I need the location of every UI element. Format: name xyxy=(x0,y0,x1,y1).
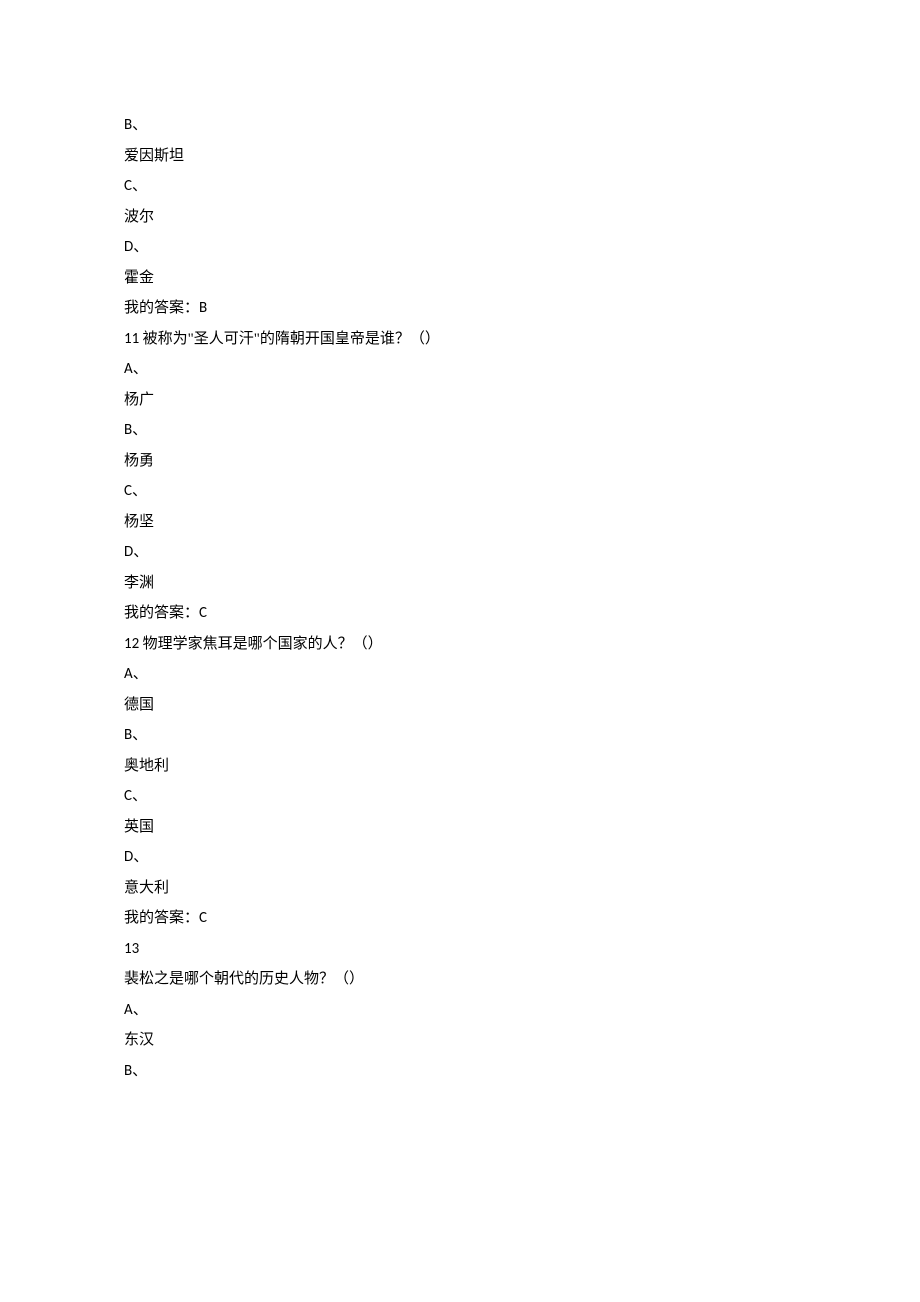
option-text: 杨坚 xyxy=(124,514,154,530)
option-text: 东汉 xyxy=(124,1032,154,1048)
text-line: 杨勇 xyxy=(124,446,920,477)
text-line: D、 xyxy=(124,537,920,568)
option-letter: B xyxy=(124,116,132,134)
option-letter: D xyxy=(124,238,133,256)
option-letter: C xyxy=(124,482,132,500)
question-text: 物理学家焦耳是哪个国家的人？（） xyxy=(143,636,383,652)
text-line: B、 xyxy=(124,415,920,446)
text-line: 奥地利 xyxy=(124,751,920,782)
answer-value: C xyxy=(199,909,207,927)
text-line: 杨坚 xyxy=(124,507,920,538)
answer-prefix: 我的答案： xyxy=(124,300,199,316)
question-number: 12 xyxy=(124,635,143,653)
text-line: 杨广 xyxy=(124,385,920,416)
option-text: 霍金 xyxy=(124,270,154,286)
question-text: 裴松之是哪个朝代的历史人物？（） xyxy=(124,971,364,987)
option-punct: 、 xyxy=(132,422,147,438)
option-punct: 、 xyxy=(133,544,148,560)
answer-prefix: 我的答案： xyxy=(124,605,199,621)
text-line: 11 被称为"圣人可汗"的隋朝开国皇帝是谁？（） xyxy=(124,324,920,355)
option-letter: D xyxy=(124,543,133,561)
document-content: B、爱因斯坦C、波尔D、霍金我的答案：B11 被称为"圣人可汗"的隋朝开国皇帝是… xyxy=(124,110,920,1086)
text-line: 霍金 xyxy=(124,263,920,294)
question-text: 被称为"圣人可汗"的隋朝开国皇帝是谁？（） xyxy=(143,331,440,347)
answer-value: C xyxy=(199,604,207,622)
text-line: 12 物理学家焦耳是哪个国家的人？（） xyxy=(124,629,920,660)
option-punct: 、 xyxy=(132,1063,147,1079)
text-line: 我的答案：C xyxy=(124,598,920,629)
text-line: B、 xyxy=(124,720,920,751)
option-text: 奥地利 xyxy=(124,758,169,774)
text-line: C、 xyxy=(124,476,920,507)
option-letter: B xyxy=(124,1062,132,1080)
option-letter: C xyxy=(124,177,132,195)
option-text: 意大利 xyxy=(124,880,169,896)
text-line: 东汉 xyxy=(124,1025,920,1056)
option-punct: 、 xyxy=(133,1002,148,1018)
option-text: 德国 xyxy=(124,697,154,713)
text-line: A、 xyxy=(124,354,920,385)
option-letter: D xyxy=(124,848,133,866)
answer-prefix: 我的答案： xyxy=(124,910,199,926)
question-number: 11 xyxy=(124,330,143,348)
option-letter: B xyxy=(124,421,132,439)
option-letter: A xyxy=(124,360,133,378)
option-punct: 、 xyxy=(133,361,148,377)
text-line: 德国 xyxy=(124,690,920,721)
option-text: 爱因斯坦 xyxy=(124,148,184,164)
text-line: 13 xyxy=(124,934,920,965)
text-line: C、 xyxy=(124,171,920,202)
option-text: 波尔 xyxy=(124,209,154,225)
text-line: D、 xyxy=(124,842,920,873)
option-punct: 、 xyxy=(132,788,147,804)
text-line: 裴松之是哪个朝代的历史人物？（） xyxy=(124,964,920,995)
text-line: D、 xyxy=(124,232,920,263)
text-line: 我的答案：C xyxy=(124,903,920,934)
text-line: 波尔 xyxy=(124,202,920,233)
text-line: 意大利 xyxy=(124,873,920,904)
option-text: 李渊 xyxy=(124,575,154,591)
text-line: 英国 xyxy=(124,812,920,843)
option-letter: A xyxy=(124,1001,133,1019)
option-punct: 、 xyxy=(132,117,147,133)
text-line: 爱因斯坦 xyxy=(124,141,920,172)
option-punct: 、 xyxy=(133,239,148,255)
option-punct: 、 xyxy=(132,178,147,194)
option-punct: 、 xyxy=(132,727,147,743)
text-line: A、 xyxy=(124,995,920,1026)
option-letter: C xyxy=(124,787,132,805)
option-letter: B xyxy=(124,726,132,744)
option-punct: 、 xyxy=(132,483,147,499)
option-punct: 、 xyxy=(133,666,148,682)
option-text: 杨广 xyxy=(124,392,154,408)
option-text: 杨勇 xyxy=(124,453,154,469)
text-line: B、 xyxy=(124,110,920,141)
text-line: B、 xyxy=(124,1056,920,1087)
text-line: C、 xyxy=(124,781,920,812)
option-letter: A xyxy=(124,665,133,683)
text-line: 李渊 xyxy=(124,568,920,599)
text-line: 我的答案：B xyxy=(124,293,920,324)
text-line: A、 xyxy=(124,659,920,690)
option-text: 英国 xyxy=(124,819,154,835)
question-number: 13 xyxy=(124,940,139,958)
answer-value: B xyxy=(199,299,207,317)
option-punct: 、 xyxy=(133,849,148,865)
